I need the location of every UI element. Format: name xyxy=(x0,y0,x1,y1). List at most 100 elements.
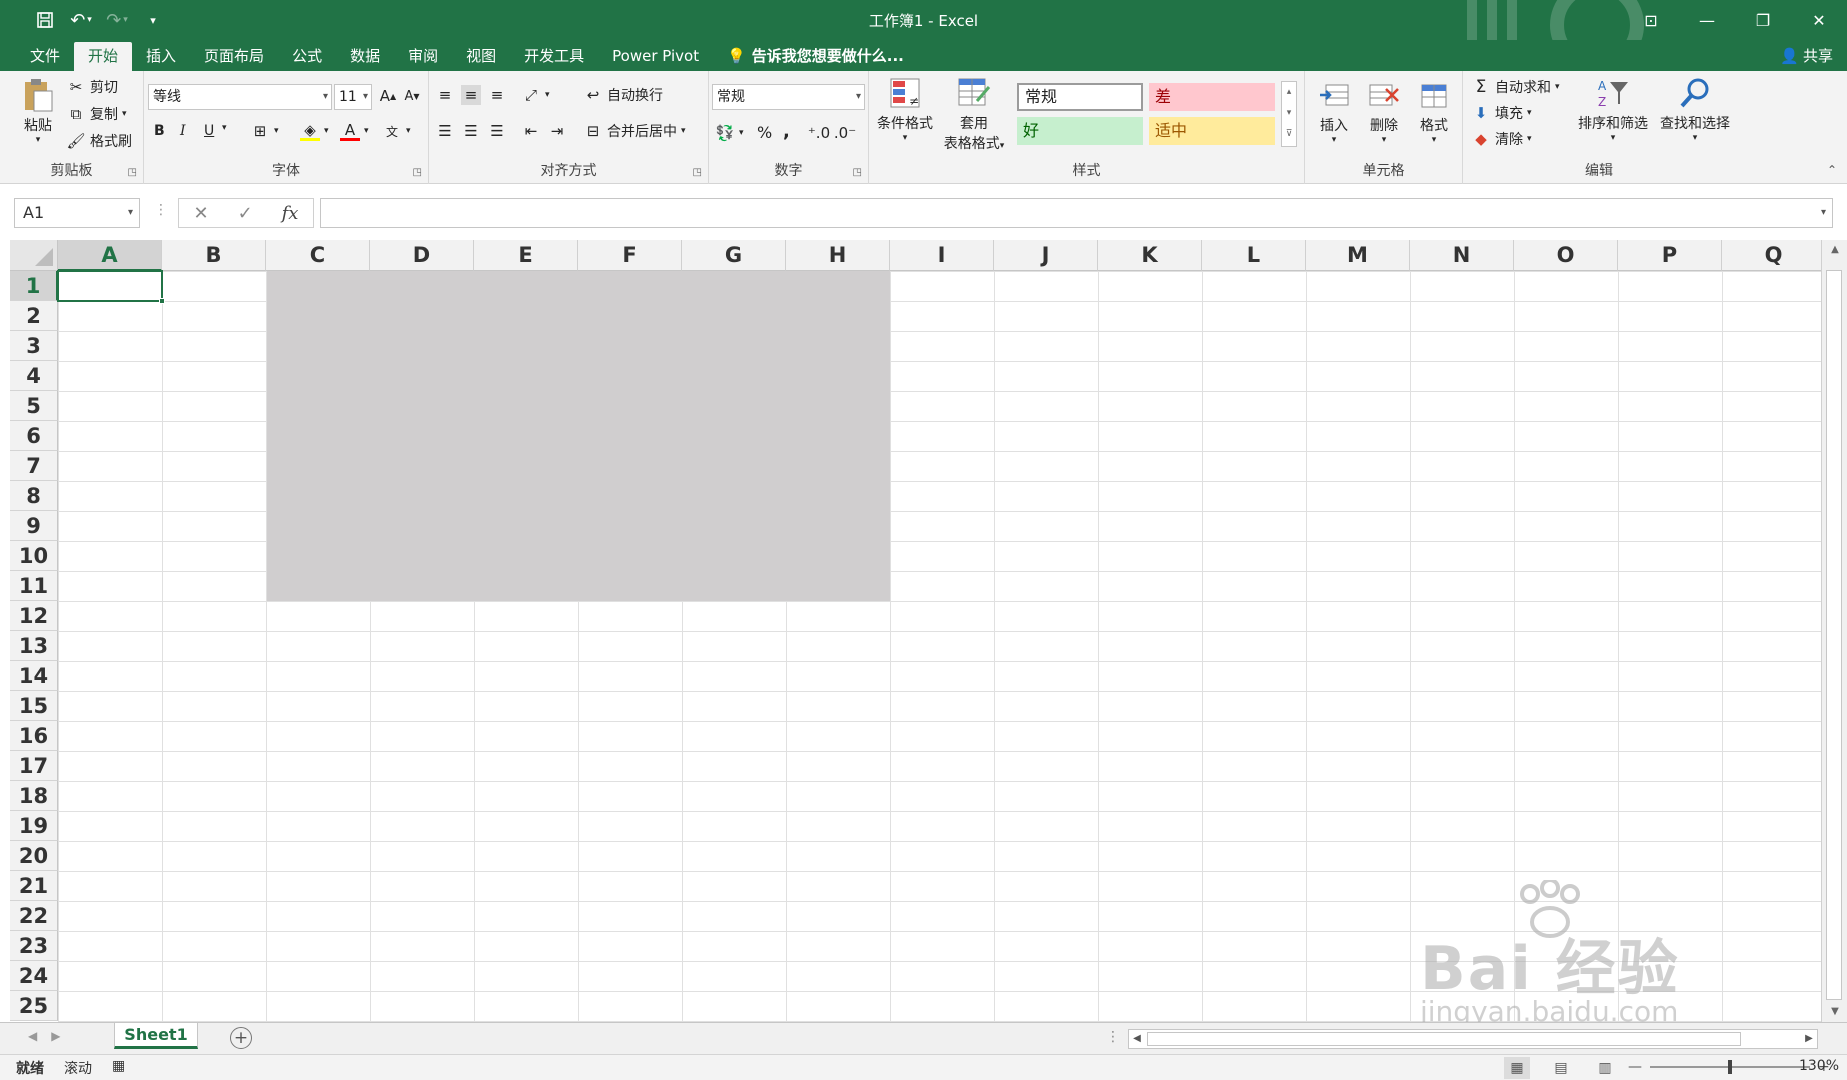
expand-formula-icon[interactable]: ▾ xyxy=(1821,199,1826,227)
zoom-knob[interactable] xyxy=(1728,1060,1732,1074)
row-header-1[interactable]: 1 xyxy=(10,271,58,301)
formula-input[interactable]: ▾ xyxy=(320,198,1833,228)
fill-button[interactable]: ⬇ 填充 ▾ xyxy=(1471,103,1532,123)
align-left-button[interactable]: ☰ xyxy=(435,121,455,141)
row-header-16[interactable]: 16 xyxy=(10,721,58,751)
scroll-down-icon[interactable]: ▼ xyxy=(1822,1002,1847,1022)
tab-power-pivot[interactable]: Power Pivot xyxy=(598,42,713,71)
prev-sheet-icon[interactable]: ◀ xyxy=(28,1029,37,1043)
comma-button[interactable]: , xyxy=(783,121,790,142)
split-handle-icon[interactable]: ⋮ xyxy=(1106,1029,1120,1045)
fill-color-button[interactable]: ◈ ▾ xyxy=(300,121,329,141)
tell-me-box[interactable]: 💡 告诉我您想要做什么... xyxy=(727,42,904,71)
column-header-o[interactable]: O xyxy=(1514,240,1618,271)
decrease-indent-button[interactable]: ⇤ xyxy=(521,121,541,141)
merge-center-button[interactable]: ⊟ 合并后居中 ▾ xyxy=(583,121,686,141)
font-name-select[interactable]: 等线 ▾ xyxy=(148,84,332,110)
tab-file[interactable]: 文件 xyxy=(16,42,74,71)
vertical-scroll-thumb[interactable] xyxy=(1826,270,1842,1000)
column-header-m[interactable]: M xyxy=(1306,240,1410,271)
copy-button[interactable]: ⧉ 复制 ▾ xyxy=(66,104,127,124)
cancel-icon[interactable]: ✕ xyxy=(193,203,208,224)
tab-home[interactable]: 开始 xyxy=(74,42,133,71)
row-header-5[interactable]: 5 xyxy=(10,391,58,421)
bold-button[interactable]: B xyxy=(154,123,165,139)
row-header-23[interactable]: 23 xyxy=(10,931,58,961)
find-select-button[interactable]: 查找和选择 ▾ xyxy=(1655,73,1735,143)
align-bottom-button[interactable]: ≡ xyxy=(487,85,507,105)
column-header-c[interactable]: C xyxy=(266,240,370,271)
row-header-8[interactable]: 8 xyxy=(10,481,58,511)
name-box[interactable]: A1 ▾ xyxy=(14,198,140,228)
underline-dropdown-icon[interactable]: ▾ xyxy=(222,123,227,133)
scroll-up-icon[interactable]: ▲ xyxy=(1822,240,1847,260)
column-header-n[interactable]: N xyxy=(1410,240,1514,271)
close-icon[interactable]: ✕ xyxy=(1791,0,1847,40)
zoom-out-icon[interactable]: — xyxy=(1628,1059,1642,1075)
restore-icon[interactable]: ❐ xyxy=(1735,0,1791,40)
grow-font-button[interactable]: A ▲ xyxy=(378,86,398,106)
row-header-13[interactable]: 13 xyxy=(10,631,58,661)
enter-icon[interactable]: ✓ xyxy=(238,203,253,224)
align-center-button[interactable]: ☰ xyxy=(461,121,481,141)
row-header-17[interactable]: 17 xyxy=(10,751,58,781)
shrink-font-button[interactable]: A ▼ xyxy=(402,86,422,106)
increase-decimal-button[interactable]: ⁺.0 xyxy=(808,123,830,143)
row-header-2[interactable]: 2 xyxy=(10,301,58,331)
borders-button[interactable]: ⊞ ▾ xyxy=(250,121,279,141)
format-painter-button[interactable]: 🖌 格式刷 xyxy=(66,131,132,151)
zoom-level[interactable]: 130% xyxy=(1799,1058,1839,1074)
horizontal-scrollbar[interactable]: ◀ ▶ xyxy=(1128,1029,1818,1049)
style-bad[interactable]: 差 xyxy=(1149,83,1275,111)
number-format-select[interactable]: 常规 ▾ xyxy=(712,84,865,110)
clear-button[interactable]: ◆ 清除 ▾ xyxy=(1471,129,1531,149)
row-header-3[interactable]: 3 xyxy=(10,331,58,361)
column-header-l[interactable]: L xyxy=(1202,240,1306,271)
macro-record-icon[interactable]: ▦ xyxy=(112,1058,125,1074)
column-header-b[interactable]: B xyxy=(162,240,266,271)
phonetic-button[interactable]: 文 ▾ xyxy=(382,121,411,141)
row-header-9[interactable]: 9 xyxy=(10,511,58,541)
align-top-button[interactable]: ≡ xyxy=(435,85,455,105)
resize-handle-icon[interactable]: ⋮ xyxy=(154,202,168,218)
row-header-21[interactable]: 21 xyxy=(10,871,58,901)
column-header-j[interactable]: J xyxy=(994,240,1098,271)
sheet-tab[interactable]: Sheet1 xyxy=(114,1023,198,1049)
row-header-12[interactable]: 12 xyxy=(10,601,58,631)
column-header-d[interactable]: D xyxy=(370,240,474,271)
row-header-20[interactable]: 20 xyxy=(10,841,58,871)
column-header-i[interactable]: I xyxy=(890,240,994,271)
font-color-button[interactable]: A ▾ xyxy=(340,121,369,141)
style-neutral[interactable]: 适中 xyxy=(1149,117,1275,145)
normal-view-icon[interactable]: ▦ xyxy=(1504,1057,1530,1079)
add-sheet-icon[interactable]: + xyxy=(230,1027,252,1049)
tab-developer[interactable]: 开发工具 xyxy=(510,42,598,71)
row-header-4[interactable]: 4 xyxy=(10,361,58,391)
format-cells-button[interactable]: 格式 ▾ xyxy=(1411,75,1457,145)
tab-insert[interactable]: 插入 xyxy=(132,42,190,71)
font-size-select[interactable]: 11 ▾ xyxy=(334,84,372,110)
row-header-11[interactable]: 11 xyxy=(10,571,58,601)
tab-page-layout[interactable]: 页面布局 xyxy=(190,42,278,71)
select-all-button[interactable] xyxy=(10,240,58,271)
accounting-format-button[interactable]: 💱 ▾ xyxy=(715,123,744,143)
tab-review[interactable]: 审阅 xyxy=(394,42,452,71)
align-middle-button[interactable]: ≡ xyxy=(461,85,481,105)
dialog-launcher-icon[interactable]: ◳ xyxy=(128,167,137,178)
dialog-launcher-icon[interactable]: ◳ xyxy=(413,167,422,178)
column-header-g[interactable]: G xyxy=(682,240,786,271)
fill-handle[interactable] xyxy=(159,298,165,304)
decrease-decimal-button[interactable]: .0⁻ xyxy=(834,123,856,143)
tab-data[interactable]: 数据 xyxy=(336,42,394,71)
percent-button[interactable]: % xyxy=(757,123,772,142)
sort-filter-button[interactable]: AZ 排序和筛选 ▾ xyxy=(1573,73,1653,143)
column-header-a[interactable]: A xyxy=(58,240,162,271)
tab-formulas[interactable]: 公式 xyxy=(278,42,336,71)
style-good[interactable]: 好 xyxy=(1017,117,1143,145)
row-header-19[interactable]: 19 xyxy=(10,811,58,841)
autosum-button[interactable]: Σ 自动求和 ▾ xyxy=(1471,77,1560,97)
wrap-text-button[interactable]: ↩ 自动换行 xyxy=(583,85,663,105)
row-header-6[interactable]: 6 xyxy=(10,421,58,451)
row-header-10[interactable]: 10 xyxy=(10,541,58,571)
row-header-7[interactable]: 7 xyxy=(10,451,58,481)
